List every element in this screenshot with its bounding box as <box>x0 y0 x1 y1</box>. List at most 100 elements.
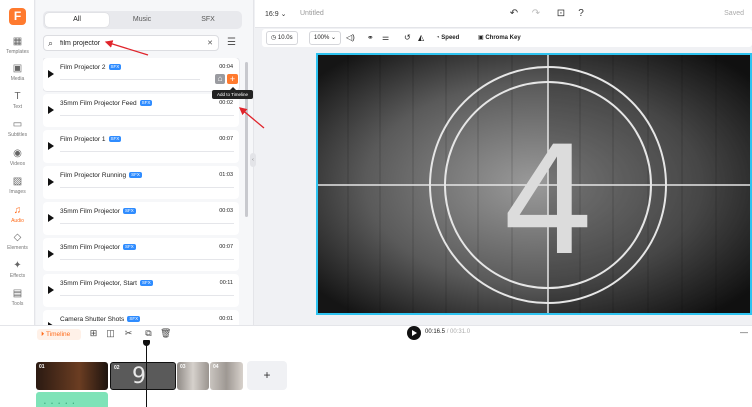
waveform <box>60 151 234 152</box>
zoom-select[interactable]: 100% ⌄ <box>309 31 342 45</box>
list-item[interactable]: Camera Shutter Shots SFX 00:01 <box>43 310 239 325</box>
play-icon[interactable] <box>48 70 54 78</box>
elements-icon: ◇ <box>13 232 22 243</box>
rail-item-templates[interactable]: ▦ Templates <box>0 36 35 62</box>
chroma-key-button[interactable]: ▣ Chroma Key <box>478 31 521 45</box>
rail-item-label: Media <box>10 76 25 82</box>
result-title-text: Film Projector 2 <box>60 64 106 71</box>
result-duration: 00:04 <box>219 64 233 70</box>
split-icon[interactable]: ◫ <box>105 328 116 339</box>
rotate-icon[interactable]: ↺ <box>404 31 411 45</box>
audio-track-clip[interactable]: • • • • • <box>36 392 108 407</box>
subtitles-icon: ▭ <box>12 119 23 130</box>
duplicate-icon[interactable]: ⧉ <box>143 328 154 339</box>
list-item[interactable]: 35mm Film Projector SFX 00:07 <box>43 238 239 271</box>
current-time: 00:16.5 <box>425 329 446 335</box>
result-title-text: 35mm Film Projector, Start <box>60 280 137 287</box>
delete-icon[interactable]: 🗑 <box>160 328 171 339</box>
list-item[interactable]: 35mm Film Projector, Start SFX 00:11 <box>43 274 239 307</box>
project-name[interactable]: Untitled <box>300 10 324 17</box>
timeline-label: Timeline <box>45 331 71 338</box>
playhead[interactable] <box>143 340 150 407</box>
result-title-text: 35mm Film Projector <box>60 244 120 251</box>
rail-item-subtitles[interactable]: ▭ Subtitles <box>0 119 35 145</box>
search-input[interactable] <box>60 38 200 49</box>
list-item[interactable]: Film Projector Running SFX 01:03 <box>43 166 239 199</box>
video-preview[interactable]: 4 <box>316 53 752 315</box>
video-clip-selected[interactable]: 02 9 <box>110 362 176 390</box>
result-title: Film Projector 1 SFX <box>60 136 122 143</box>
waveform <box>60 259 234 260</box>
redo-icon[interactable]: ↷ <box>530 8 542 20</box>
add-clip-button[interactable]: + <box>247 361 287 390</box>
list-item[interactable]: 35mm Film Projector Feed SFX 00:02 <box>43 94 239 127</box>
speed-label: Speed <box>441 35 460 41</box>
clip-number: 04 <box>213 364 219 370</box>
help-icon[interactable]: ? <box>575 8 587 20</box>
aspect-ratio-select[interactable]: 16:9 ⌄ <box>265 10 286 18</box>
list-item[interactable]: 35mm Film Projector SFX 00:03 <box>43 202 239 235</box>
rail-item-label: Subtitles <box>7 132 28 138</box>
zoom-out-icon[interactable]: — <box>740 328 748 337</box>
play-icon[interactable] <box>48 250 54 258</box>
clear-search-icon[interactable]: ✕ <box>207 39 213 47</box>
clip-frame-number: 9 <box>132 364 146 389</box>
result-duration: 00:07 <box>219 244 233 250</box>
play-button[interactable] <box>407 326 421 340</box>
rail-item-text[interactable]: T Text <box>0 91 35 117</box>
favorite-icon[interactable]: ⌂ <box>215 74 225 84</box>
sfx-badge: SFX <box>129 172 142 178</box>
play-icon[interactable] <box>48 142 54 150</box>
color-icon[interactable]: ⚭ <box>367 31 374 45</box>
result-duration: 00:03 <box>219 208 233 214</box>
video-clip[interactable]: 04 <box>210 362 243 390</box>
list-item[interactable]: Film Projector 1 SFX 00:07 <box>43 130 239 163</box>
rail-item-media[interactable]: ▣ Media <box>0 63 35 89</box>
rail-item-effects[interactable]: ✦ Effects <box>0 260 35 286</box>
scissors-icon[interactable]: ✂ <box>123 328 134 339</box>
play-icon[interactable] <box>48 178 54 186</box>
video-clip[interactable]: 01 <box>36 362 108 390</box>
category-tabs: All Music SFX <box>43 11 242 29</box>
rail-item-label: Templates <box>6 49 29 55</box>
play-icon[interactable] <box>48 214 54 222</box>
tab-music[interactable]: Music <box>110 13 174 27</box>
waveform <box>60 295 234 296</box>
rail-item-elements[interactable]: ◇ Elements <box>0 232 35 258</box>
collapse-panel-handle[interactable]: ‹ <box>250 153 256 167</box>
waveform <box>60 115 234 116</box>
sfx-badge: SFX <box>139 280 153 286</box>
sfx-badge: SFX <box>127 316 141 322</box>
filter-icon[interactable]: ☰ <box>225 37 238 49</box>
tab-all[interactable]: All <box>45 13 109 27</box>
result-title-text: Camera Shutter Shots <box>60 316 125 323</box>
add-to-timeline-button[interactable]: + <box>227 74 238 84</box>
waveform <box>60 223 234 224</box>
rail-item-videos[interactable]: ◉ Videos <box>0 148 35 174</box>
list-item[interactable]: Film Projector 2 SFX 00:04 <box>43 58 239 91</box>
screenshot-icon[interactable]: ⊡ <box>555 8 567 20</box>
video-clip[interactable]: 03 <box>177 362 209 390</box>
result-duration: 00:02 <box>219 100 233 106</box>
play-icon[interactable] <box>48 106 54 114</box>
add-track-icon[interactable]: ⊞ <box>88 328 99 339</box>
tab-sfx[interactable]: SFX <box>176 13 240 27</box>
volume-icon[interactable]: ◁) <box>346 31 355 45</box>
countdown-frame: 4 <box>318 55 750 313</box>
rail-item-tools[interactable]: ▤ Tools <box>0 288 35 314</box>
duration-button[interactable]: ◷ 10.0s <box>266 31 298 45</box>
play-icon[interactable] <box>48 286 54 294</box>
speed-button[interactable]: ◔ Speed <box>436 31 459 45</box>
result-title: Film Projector 2 SFX <box>60 64 122 71</box>
timeline-toggle[interactable]: ⏵ Timeline <box>37 329 81 340</box>
rail-item-images[interactable]: ▨ Images <box>0 176 35 202</box>
rail-item-audio[interactable]: ♫ Audio <box>0 205 35 231</box>
results-scrollbar[interactable] <box>245 62 248 217</box>
flip-icon[interactable]: ◭ <box>418 31 424 45</box>
adjust-icon[interactable]: ⚌ <box>382 31 389 45</box>
timeline-panel: ⏵ Timeline ⊞ ◫ ✂ ⧉ 🗑 00:16.5 / 00:31.0 —… <box>0 325 752 407</box>
aspect-ratio-value: 16:9 <box>265 11 279 18</box>
app-logo-icon[interactable]: F <box>9 8 26 25</box>
undo-icon[interactable]: ↶ <box>508 8 520 20</box>
time-readout: 00:16.5 / 00:31.0 <box>425 329 471 335</box>
